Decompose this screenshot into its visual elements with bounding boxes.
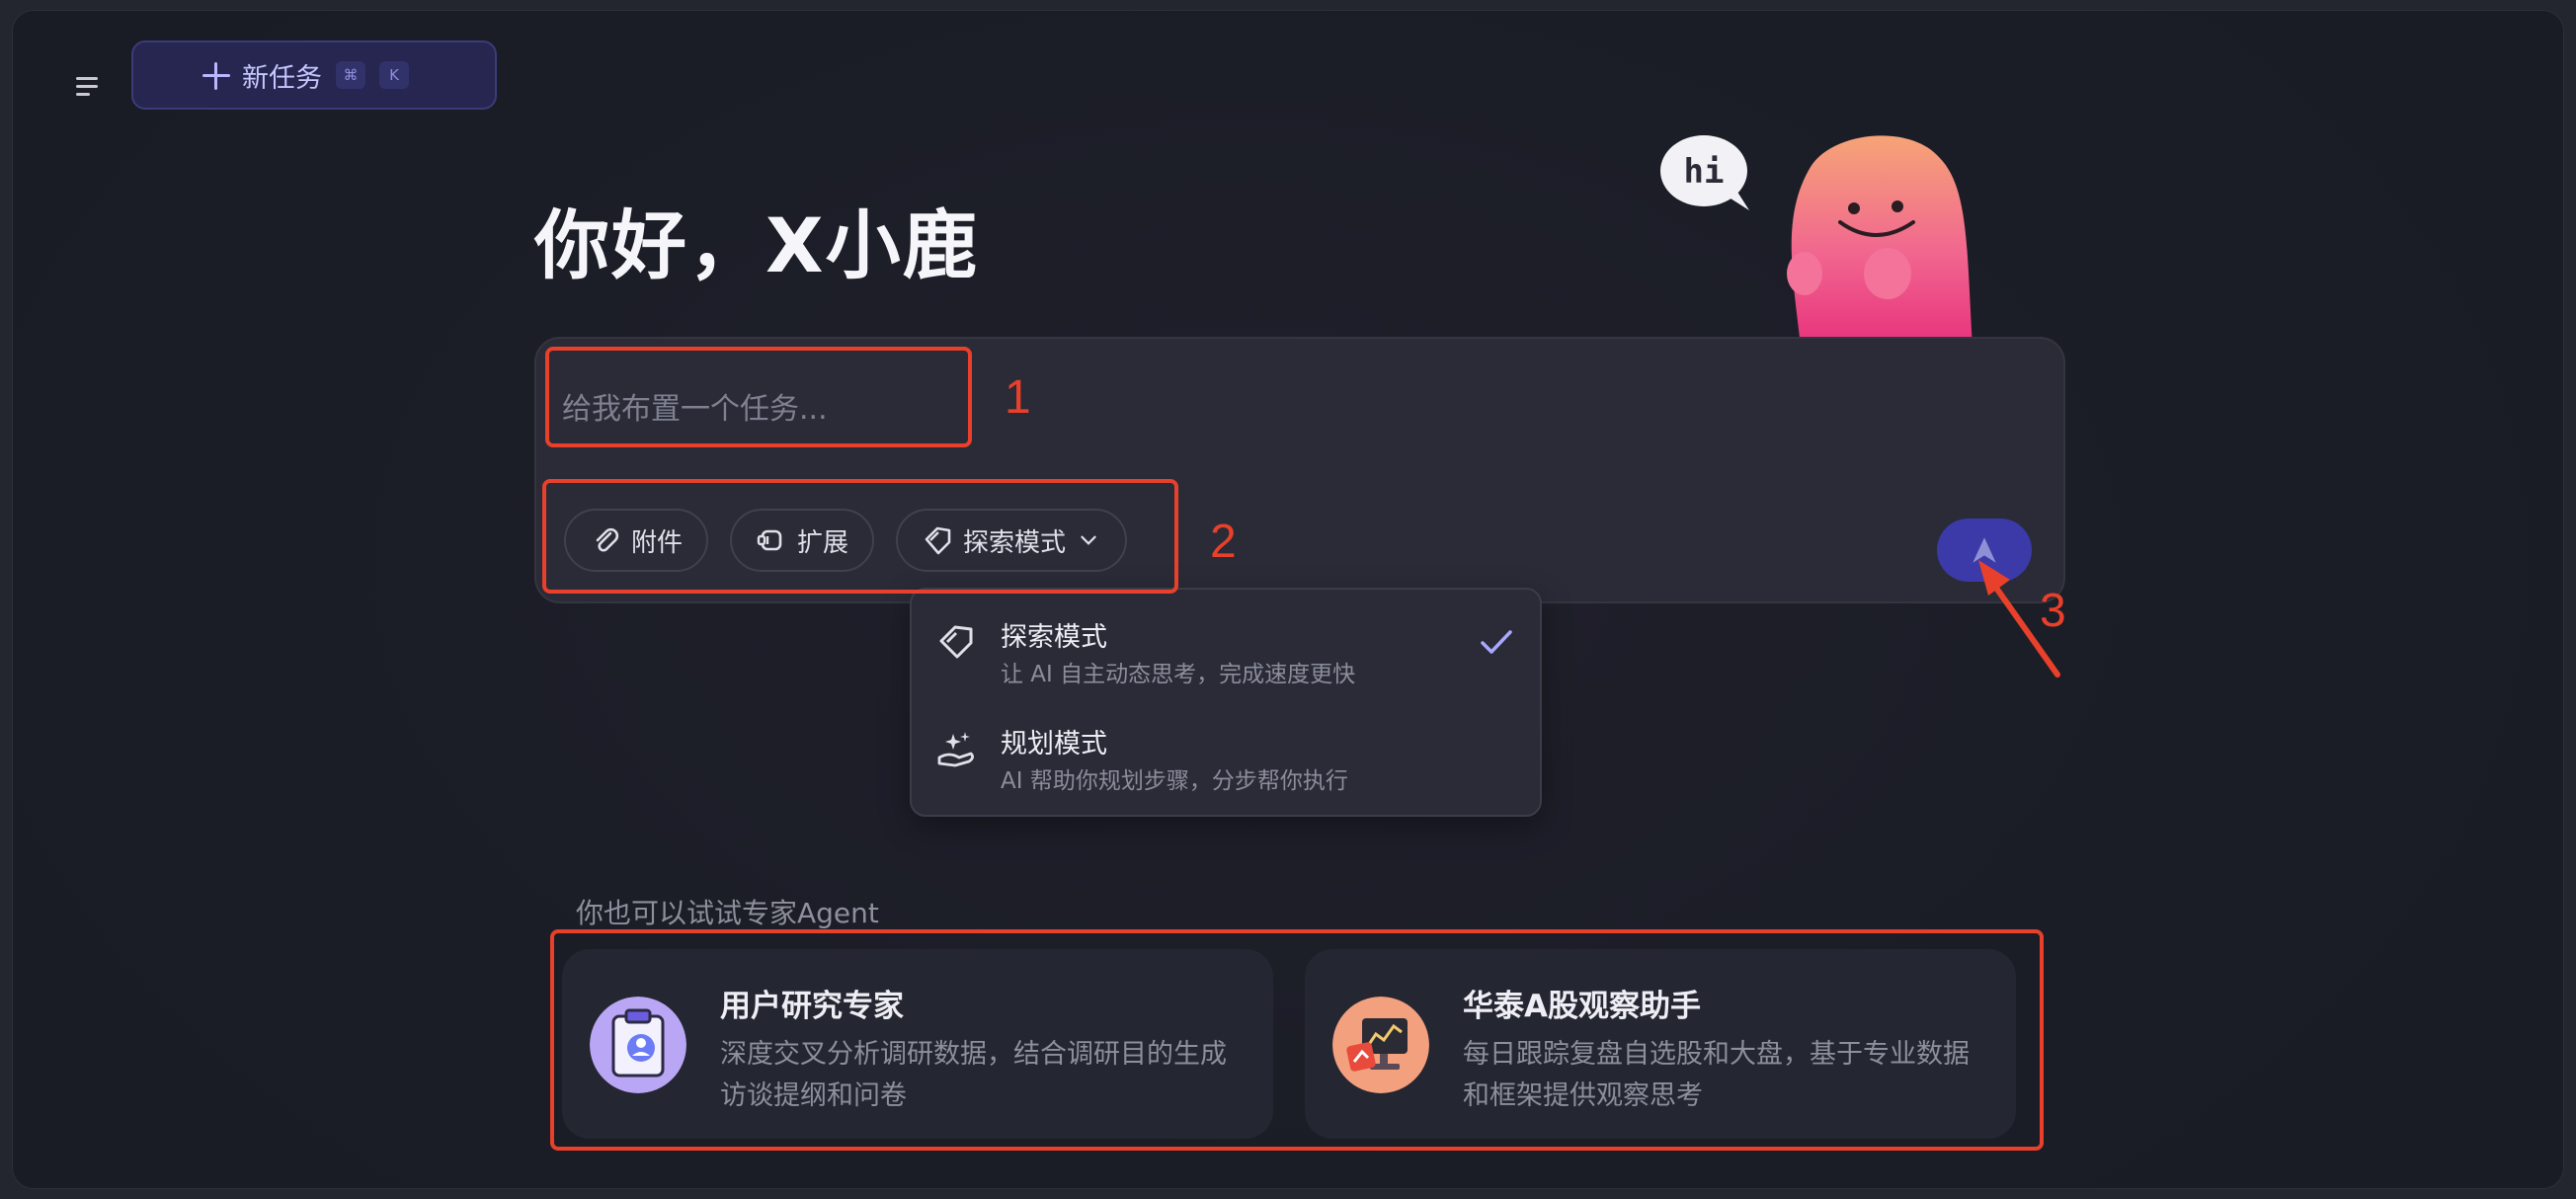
annotation-number-1: 1 xyxy=(1005,371,1031,424)
new-task-button[interactable]: 新任务 ⌘ K xyxy=(131,40,497,110)
mode-option-explore[interactable]: 探索模式 让 AI 自主动态思考，完成速度更快 xyxy=(912,590,1540,694)
mode-dropdown: 探索模式 让 AI 自主动态思考，完成速度更快 规划模式 AI 帮助你规划步骤，… xyxy=(910,588,1542,817)
mascot-illustration xyxy=(1787,135,1972,347)
shortcut-key-k: K xyxy=(379,61,409,89)
tag-icon xyxy=(939,625,973,659)
hi-bubble-icon: hi xyxy=(1660,135,1749,210)
annotation-number-3: 3 xyxy=(2040,585,2066,637)
shortcut-key-cmd: ⌘ xyxy=(336,61,365,89)
annotation-number-2: 2 xyxy=(1210,516,1237,568)
annotation-box-4 xyxy=(550,929,2044,1151)
sparkle-hand-icon xyxy=(937,732,974,767)
mode-option-title: 规划模式 xyxy=(1001,729,1107,759)
mode-option-plan[interactable]: 规划模式 AI 帮助你规划步骤，分步帮你执行 xyxy=(912,696,1540,801)
app-window: 新任务 ⌘ K 你好，X小鹿 hi 给我布置一个任务... 附件 扩展 探索模式… xyxy=(12,10,2564,1189)
annotation-box-1 xyxy=(545,347,972,447)
page-title: 你好，X小鹿 xyxy=(534,201,980,289)
mode-option-desc: AI 帮助你规划步骤，分步帮你执行 xyxy=(1001,768,1348,794)
annotation-box-2 xyxy=(542,479,1178,594)
bubble-text: hi xyxy=(1684,152,1725,192)
new-task-label: 新任务 xyxy=(242,62,322,94)
menu-icon[interactable] xyxy=(62,68,112,104)
check-icon xyxy=(1481,630,1512,654)
experts-section-label: 你也可以试试专家Agent xyxy=(576,897,879,929)
mode-option-desc: 让 AI 自主动态思考，完成速度更快 xyxy=(1001,662,1356,687)
plus-icon xyxy=(202,62,230,90)
mode-option-title: 探索模式 xyxy=(1001,622,1107,653)
